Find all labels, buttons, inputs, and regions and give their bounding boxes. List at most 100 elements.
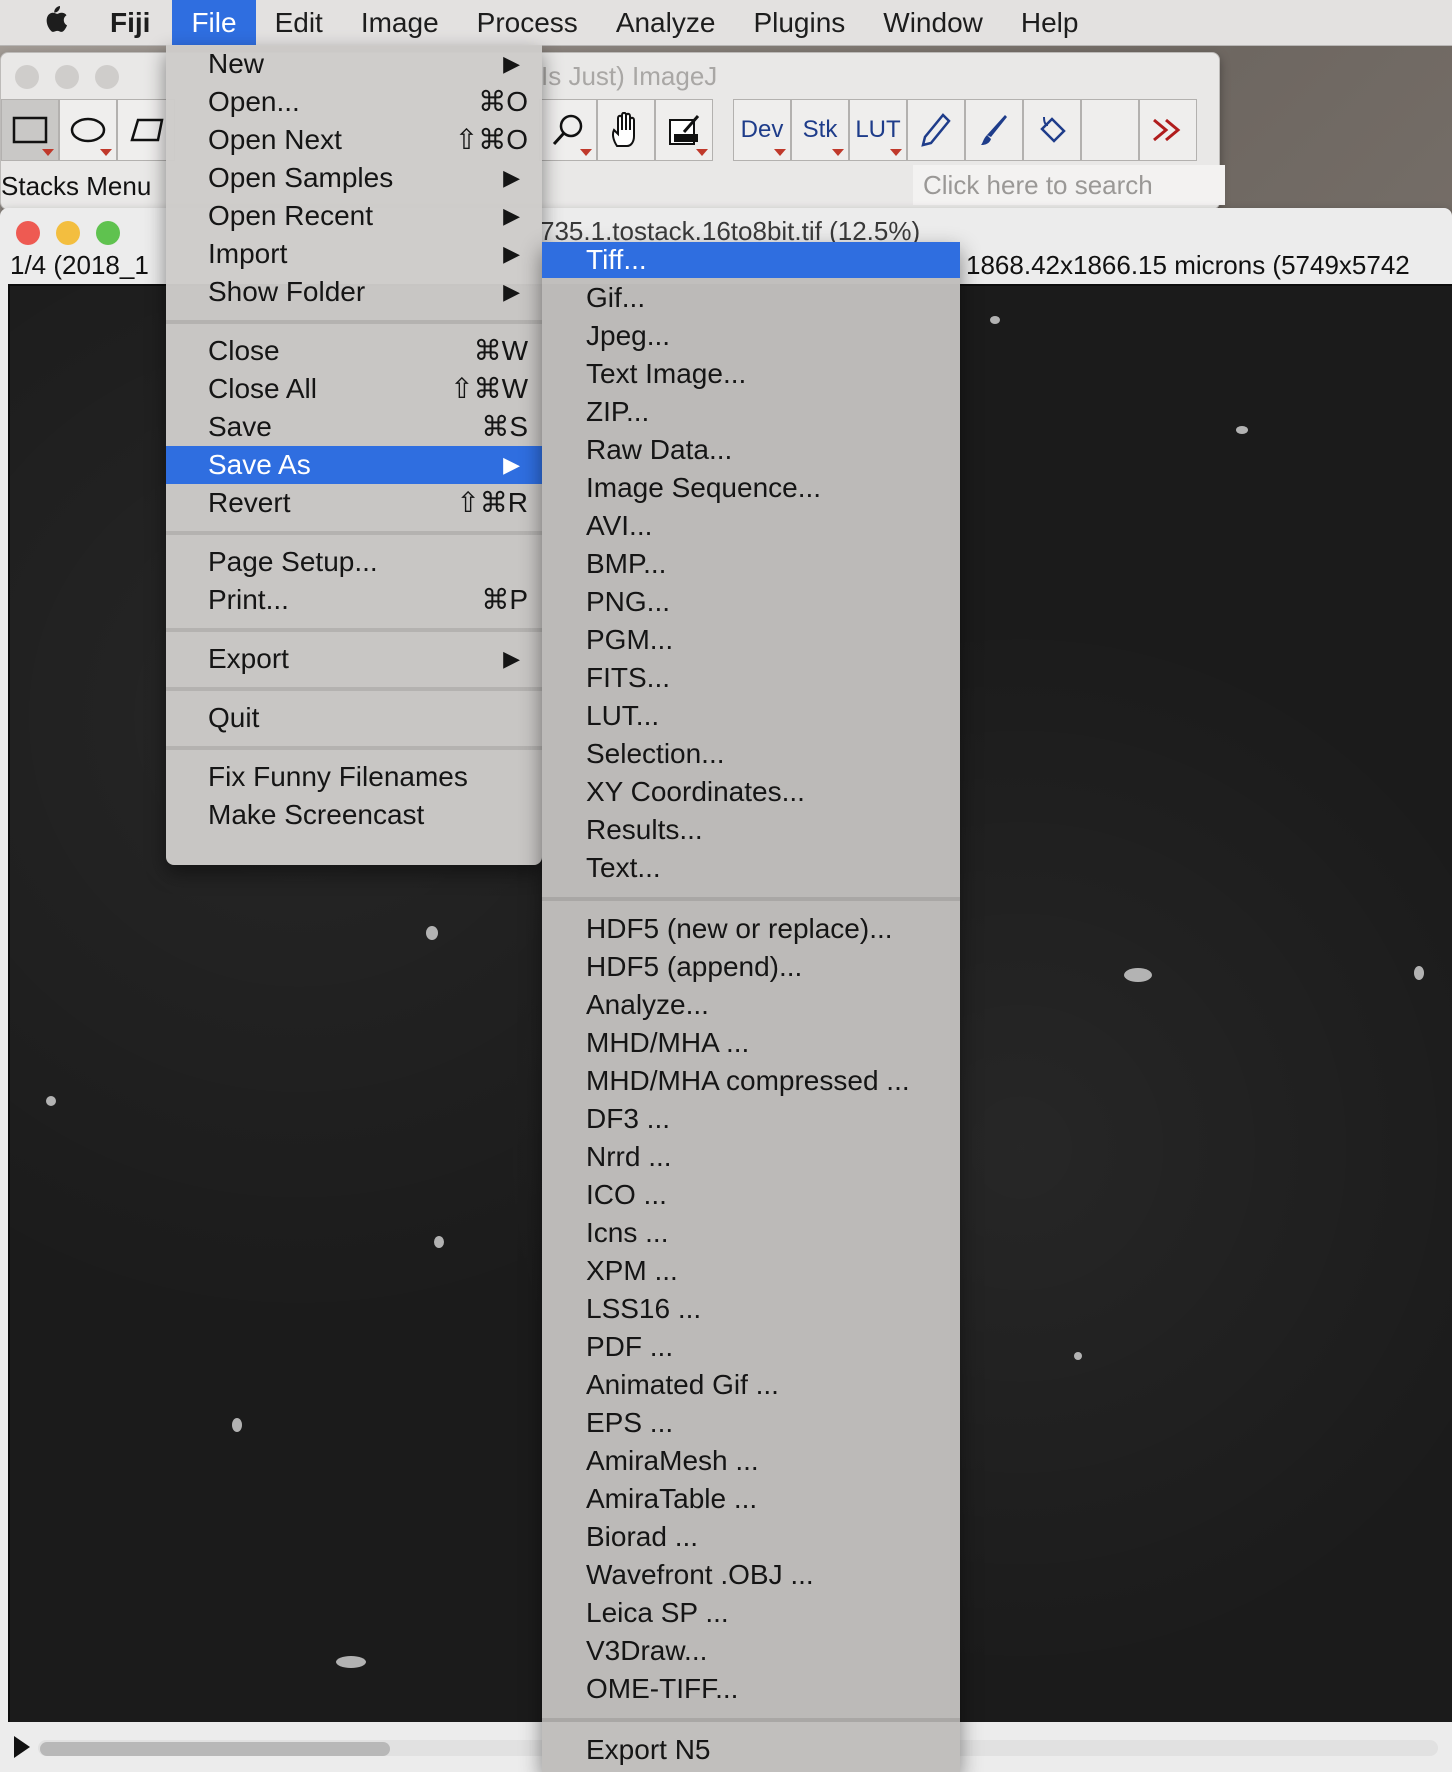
save-as-item-text-image[interactable]: Text Image... bbox=[542, 356, 960, 392]
file-menu-item-print[interactable]: Print... ⌘P bbox=[166, 581, 542, 619]
empty-tool-slot[interactable] bbox=[1081, 99, 1139, 161]
minimize-button[interactable] bbox=[56, 221, 80, 245]
save-as-item-results[interactable]: Results... bbox=[542, 812, 960, 848]
save-as-item-amiratable[interactable]: AmiraTable ... bbox=[542, 1481, 960, 1517]
save-as-item-nrrd[interactable]: Nrrd ... bbox=[542, 1139, 960, 1175]
save-as-item-raw-data[interactable]: Raw Data... bbox=[542, 432, 960, 468]
menu-window[interactable]: Window bbox=[864, 0, 1002, 45]
save-as-item-png[interactable]: PNG... bbox=[542, 584, 960, 620]
apple-icon[interactable] bbox=[0, 4, 110, 42]
save-as-item-lss16[interactable]: LSS16 ... bbox=[542, 1291, 960, 1327]
close-button[interactable] bbox=[16, 221, 40, 245]
save-as-item-biorad[interactable]: Biorad ... bbox=[542, 1519, 960, 1555]
menu-process[interactable]: Process bbox=[458, 0, 597, 45]
save-as-item-export-n5[interactable]: Export N5 bbox=[542, 1732, 960, 1768]
image-speck bbox=[232, 1418, 242, 1432]
save-as-item-hdf5-append[interactable]: HDF5 (append)... bbox=[542, 949, 960, 985]
save-as-item-mhd-mha-compressed[interactable]: MHD/MHA compressed ... bbox=[542, 1063, 960, 1099]
image-speck bbox=[1236, 426, 1248, 434]
save-as-item-image-sequence[interactable]: Image Sequence... bbox=[542, 470, 960, 506]
file-menu-item-fix-funny-filenames[interactable]: Fix Funny Filenames bbox=[166, 758, 542, 796]
save-as-item-leica-sp[interactable]: Leica SP ... bbox=[542, 1595, 960, 1631]
save-as-item-xy-coordinates[interactable]: XY Coordinates... bbox=[542, 774, 960, 810]
stk-tool[interactable]: Stk bbox=[791, 99, 849, 161]
dev-tool[interactable]: Dev bbox=[733, 99, 791, 161]
file-menu-item-open-samples[interactable]: Open Samples ▶ bbox=[166, 159, 542, 197]
zoom-button[interactable] bbox=[95, 65, 119, 89]
save-as-item-ome-tiff[interactable]: OME-TIFF... bbox=[542, 1671, 960, 1707]
save-as-item-analyze[interactable]: Analyze... bbox=[542, 987, 960, 1023]
submenu-arrow-icon: ▶ bbox=[503, 279, 520, 304]
menu-image[interactable]: Image bbox=[342, 0, 458, 45]
file-menu-item-save[interactable]: Save ⌘S bbox=[166, 408, 542, 446]
more-tools-icon[interactable] bbox=[1139, 99, 1197, 161]
save-as-item-tiff[interactable]: Tiff... bbox=[542, 242, 960, 278]
file-menu-item-export[interactable]: Export ▶ bbox=[166, 640, 542, 678]
save-as-item-v3draw[interactable]: V3Draw... bbox=[542, 1633, 960, 1669]
save-as-item-zip[interactable]: ZIP... bbox=[542, 394, 960, 430]
pencil-tool[interactable] bbox=[907, 99, 965, 161]
image-speck bbox=[46, 1096, 56, 1106]
oval-tool[interactable] bbox=[59, 99, 117, 161]
lut-tool[interactable]: LUT bbox=[849, 99, 907, 161]
save-as-item-wavefront-obj[interactable]: Wavefront .OBJ ... bbox=[542, 1557, 960, 1593]
save-as-item-selection[interactable]: Selection... bbox=[542, 736, 960, 772]
save-as-item-avi[interactable]: AVI... bbox=[542, 508, 960, 544]
save-as-item-animated-gif[interactable]: Animated Gif ... bbox=[542, 1367, 960, 1403]
save-as-item-df3[interactable]: DF3 ... bbox=[542, 1101, 960, 1137]
menu-help[interactable]: Help bbox=[1002, 0, 1098, 45]
save-as-item-gif[interactable]: Gif... bbox=[542, 280, 960, 316]
file-menu-item-new[interactable]: New ▶ bbox=[166, 45, 542, 83]
save-as-item-jpeg[interactable]: Jpeg... bbox=[542, 318, 960, 354]
save-as-item-ico[interactable]: ICO ... bbox=[542, 1177, 960, 1213]
save-as-item-eps[interactable]: EPS ... bbox=[542, 1405, 960, 1441]
save-as-item-amiramesh[interactable]: AmiraMesh ... bbox=[542, 1443, 960, 1479]
rectangle-tool[interactable] bbox=[1, 99, 59, 161]
file-menu-item-open[interactable]: Open... ⌘O bbox=[166, 83, 542, 121]
brush-tool[interactable] bbox=[965, 99, 1023, 161]
file-menu-item-make-screencast[interactable]: Make Screencast bbox=[166, 796, 542, 834]
stk-tool-label: Stk bbox=[802, 116, 838, 143]
play-icon[interactable] bbox=[14, 1736, 30, 1758]
menu-item-label: AmiraTable ... bbox=[586, 1483, 758, 1514]
menu-file[interactable]: File bbox=[172, 0, 256, 45]
save-as-item-text[interactable]: Text... bbox=[542, 850, 960, 886]
file-menu-item-close[interactable]: Close ⌘W bbox=[166, 332, 542, 370]
file-menu-item-close-all[interactable]: Close All ⇧⌘W bbox=[166, 370, 542, 408]
file-menu-item-open-next[interactable]: Open Next ⇧⌘O bbox=[166, 121, 542, 159]
dev-tool-label: Dev bbox=[740, 116, 784, 143]
menu-analyze[interactable]: Analyze bbox=[597, 0, 735, 45]
file-menu-item-save-as[interactable]: Save As ▶ bbox=[166, 446, 542, 484]
image-speck bbox=[1414, 966, 1424, 980]
save-as-item-fits[interactable]: FITS... bbox=[542, 660, 960, 696]
file-menu-item-quit[interactable]: Quit bbox=[166, 699, 542, 737]
close-button[interactable] bbox=[15, 65, 39, 89]
save-as-item-lut[interactable]: LUT... bbox=[542, 698, 960, 734]
search-bar[interactable]: Click here to search bbox=[913, 165, 1225, 205]
hand-tool[interactable] bbox=[597, 99, 655, 161]
menu-plugins[interactable]: Plugins bbox=[734, 0, 864, 45]
menu-item-label: AmiraMesh ... bbox=[586, 1445, 759, 1476]
save-as-item-xpm[interactable]: XPM ... bbox=[542, 1253, 960, 1289]
file-menu-item-open-recent[interactable]: Open Recent ▶ bbox=[166, 197, 542, 235]
menu-app-fiji[interactable]: Fiji bbox=[110, 0, 172, 45]
save-as-item-pgm[interactable]: PGM... bbox=[542, 622, 960, 658]
save-as-item-bmp[interactable]: BMP... bbox=[542, 546, 960, 582]
save-as-item-hdf5-new-or-replace[interactable]: HDF5 (new or replace)... bbox=[542, 911, 960, 947]
menu-edit[interactable]: Edit bbox=[256, 0, 342, 45]
magnifier-tool[interactable] bbox=[539, 99, 597, 161]
stack-scroll-thumb[interactable] bbox=[40, 1742, 390, 1756]
menu-item-label: Gif... bbox=[586, 282, 646, 313]
save-as-item-pdf[interactable]: PDF ... bbox=[542, 1329, 960, 1365]
color-picker-tool[interactable] bbox=[655, 99, 713, 161]
file-menu-item-show-folder[interactable]: Show Folder ▶ bbox=[166, 273, 542, 311]
toolbar-title: Is Just) ImageJ bbox=[541, 61, 718, 91]
save-as-item-mhd-mha[interactable]: MHD/MHA ... bbox=[542, 1025, 960, 1061]
zoom-button[interactable] bbox=[96, 221, 120, 245]
save-as-item-icns[interactable]: Icns ... bbox=[542, 1215, 960, 1251]
file-menu-item-page-setup[interactable]: Page Setup... bbox=[166, 543, 542, 581]
file-menu-item-import[interactable]: Import ▶ bbox=[166, 235, 542, 273]
minimize-button[interactable] bbox=[55, 65, 79, 89]
file-menu-item-revert[interactable]: Revert ⇧⌘R bbox=[166, 484, 542, 522]
flood-fill-tool[interactable] bbox=[1023, 99, 1081, 161]
